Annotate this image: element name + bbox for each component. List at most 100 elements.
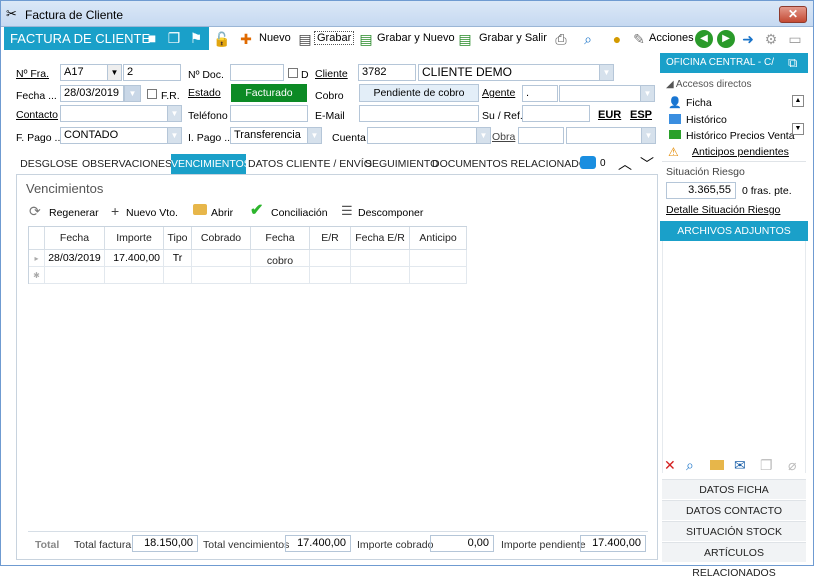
datos-contacto-button[interactable]: DATOS CONTACTO xyxy=(662,500,806,520)
agente-label[interactable]: Agente xyxy=(482,87,515,99)
descomponer-button[interactable]: Descomponer xyxy=(358,207,423,219)
close-button[interactable]: ✕ xyxy=(779,6,807,23)
new-button[interactable]: Nuevo xyxy=(259,32,291,44)
fecha-input[interactable]: 28/03/2019 xyxy=(60,85,124,102)
gear-icon[interactable]: ⚙ xyxy=(762,30,780,48)
abrir-button[interactable]: Abrir xyxy=(211,207,233,219)
column-header[interactable]: Tipo xyxy=(164,227,192,250)
chevron-down-icon[interactable]: ▼ xyxy=(476,128,490,143)
acceso-ficha[interactable]: Ficha xyxy=(686,97,712,109)
cell-importe[interactable]: 17.400,00 xyxy=(105,250,164,267)
chevron-down-icon[interactable]: ▼ xyxy=(307,128,321,143)
situacion-stock-button[interactable]: SITUACIÓN STOCK xyxy=(662,521,806,541)
new-cell[interactable] xyxy=(410,267,467,284)
contacto-select[interactable]: ▼ xyxy=(60,105,182,122)
preview-file-icon[interactable]: ⌕ xyxy=(686,457,694,474)
copy-file-icon[interactable]: ❐ xyxy=(760,457,773,474)
cell-cobrado[interactable] xyxy=(192,250,251,267)
acceso-historico-precios[interactable]: Histórico Precios Venta xyxy=(686,130,795,139)
fr-checkbox[interactable] xyxy=(147,89,157,99)
articulos-relacionados-button[interactable]: ARTÍCULOS RELACIONADOS xyxy=(662,542,806,579)
chevron-down-icon[interactable]: ▼ xyxy=(107,65,121,80)
tab-seguimiento[interactable]: SEGUIMIENTO xyxy=(365,154,438,174)
column-header[interactable]: Fecha xyxy=(45,227,105,250)
actions-button[interactable]: Acciones xyxy=(649,32,694,44)
suref-input[interactable] xyxy=(522,105,590,122)
cell-er[interactable] xyxy=(310,250,351,267)
attach-icon[interactable]: ⌀ xyxy=(788,457,796,474)
ipago-select[interactable]: Transferencia ▼ xyxy=(230,127,322,144)
conciliacion-button[interactable]: Conciliación xyxy=(271,207,328,219)
cell-fecha[interactable]: 28/03/2019 xyxy=(45,250,105,267)
agente-code-input[interactable]: . xyxy=(522,85,558,102)
flag-icon[interactable]: ⚑ xyxy=(187,29,205,47)
cliente-name-field[interactable]: CLIENTE DEMO ▼ xyxy=(418,64,614,81)
coins-icon[interactable]: ● xyxy=(608,30,626,48)
chevron-down-icon[interactable]: ﹀ xyxy=(640,154,654,174)
date-dropdown-icon[interactable]: ▼ xyxy=(124,85,141,102)
cell-tipo[interactable]: Tr xyxy=(164,250,192,267)
chevron-down-icon[interactable]: ▼ xyxy=(167,106,181,121)
chevron-down-icon[interactable]: ▼ xyxy=(640,86,654,101)
obra-name-field[interactable]: ▼ xyxy=(566,127,656,144)
open-folder-icon[interactable] xyxy=(710,460,724,470)
external-link-icon[interactable]: ⧉ xyxy=(788,53,797,73)
tab-vencimientos[interactable]: VENCIMIENTOS xyxy=(171,154,251,174)
save-and-exit-button[interactable]: Grabar y Salir xyxy=(479,32,547,44)
cell-fecha-cobro[interactable] xyxy=(251,250,310,267)
tab-observaciones[interactable]: OBSERVACIONES xyxy=(82,154,172,174)
column-header[interactable]: Fecha cobro xyxy=(251,227,310,267)
column-header[interactable]: Fecha E/R xyxy=(351,227,410,250)
fpago-select[interactable]: CONTADO ▼ xyxy=(60,127,182,144)
column-header[interactable]: Anticipo xyxy=(410,227,467,250)
cliente-label[interactable]: Cliente xyxy=(315,68,348,80)
mail-icon[interactable]: ✉ xyxy=(734,457,746,474)
lock-icon[interactable]: 🔓 xyxy=(213,30,231,48)
tab-datos-cliente[interactable]: DATOS CLIENTE / ENVÍO xyxy=(248,154,372,174)
contacto-label[interactable]: Contacto xyxy=(16,109,58,121)
cuenta-select[interactable]: ▼ xyxy=(367,127,491,144)
print-icon[interactable]: ⎙ xyxy=(552,30,570,48)
comment-icon[interactable] xyxy=(580,156,596,169)
nfra-number-input[interactable]: 2 xyxy=(123,64,181,81)
tab-desglose[interactable]: DESGLOSE xyxy=(16,154,82,174)
eur-link[interactable]: EUR xyxy=(598,109,621,121)
chevron-down-icon[interactable]: ▼ xyxy=(599,65,613,80)
chevron-down-icon[interactable]: ▼ xyxy=(167,128,181,143)
new-cell[interactable] xyxy=(310,267,351,284)
nfra-label[interactable]: Nº Fra. xyxy=(16,68,49,80)
anticipos-link[interactable]: Anticipos pendientes xyxy=(692,146,789,158)
new-cell[interactable] xyxy=(192,267,251,284)
folder-icon[interactable]: ■ xyxy=(143,29,161,47)
cell-fecha-er[interactable] xyxy=(351,250,410,267)
tab-documentos-relacionados[interactable]: DOCUMENTOS RELACIONADOS xyxy=(432,154,594,174)
regenerar-button[interactable]: Regenerar xyxy=(49,207,99,219)
obra-code-input[interactable] xyxy=(518,127,564,144)
cliente-code-input[interactable]: 3782 xyxy=(358,64,416,81)
acceso-historico[interactable]: Histórico xyxy=(686,114,727,126)
chevron-up-icon[interactable]: ︿ xyxy=(618,154,632,174)
nfra-serie-select[interactable]: A17 ▼ xyxy=(60,64,122,81)
chevron-down-icon[interactable]: ▼ xyxy=(641,128,655,143)
delete-icon[interactable]: ✕ xyxy=(664,457,676,474)
next-icon[interactable]: ▶ xyxy=(717,30,735,48)
window-icon[interactable]: ▭ xyxy=(786,30,804,48)
copy-icon[interactable]: ❐ xyxy=(165,29,183,47)
new-cell[interactable] xyxy=(351,267,410,284)
telefono-input[interactable] xyxy=(230,105,308,122)
scroll-up-icon[interactable]: ▲ xyxy=(792,95,804,107)
new-cell[interactable] xyxy=(251,267,310,284)
ndoc-input[interactable] xyxy=(230,64,284,81)
nuevo-vto-button[interactable]: Nuevo Vto. xyxy=(126,207,178,219)
agente-name-field[interactable]: ▼ xyxy=(559,85,655,102)
d-checkbox[interactable] xyxy=(288,68,298,78)
email-input[interactable] xyxy=(359,105,479,122)
column-header[interactable]: Cobrado xyxy=(192,227,251,250)
obra-label[interactable]: Obra xyxy=(492,131,515,143)
datos-ficha-button[interactable]: DATOS FICHA xyxy=(662,479,806,499)
estado-label[interactable]: Estado xyxy=(188,87,221,99)
prev-icon[interactable]: ◀ xyxy=(695,30,713,48)
new-cell[interactable] xyxy=(45,267,105,284)
column-header[interactable]: E/R xyxy=(310,227,351,250)
save-and-new-button[interactable]: Grabar y Nuevo xyxy=(377,32,455,44)
